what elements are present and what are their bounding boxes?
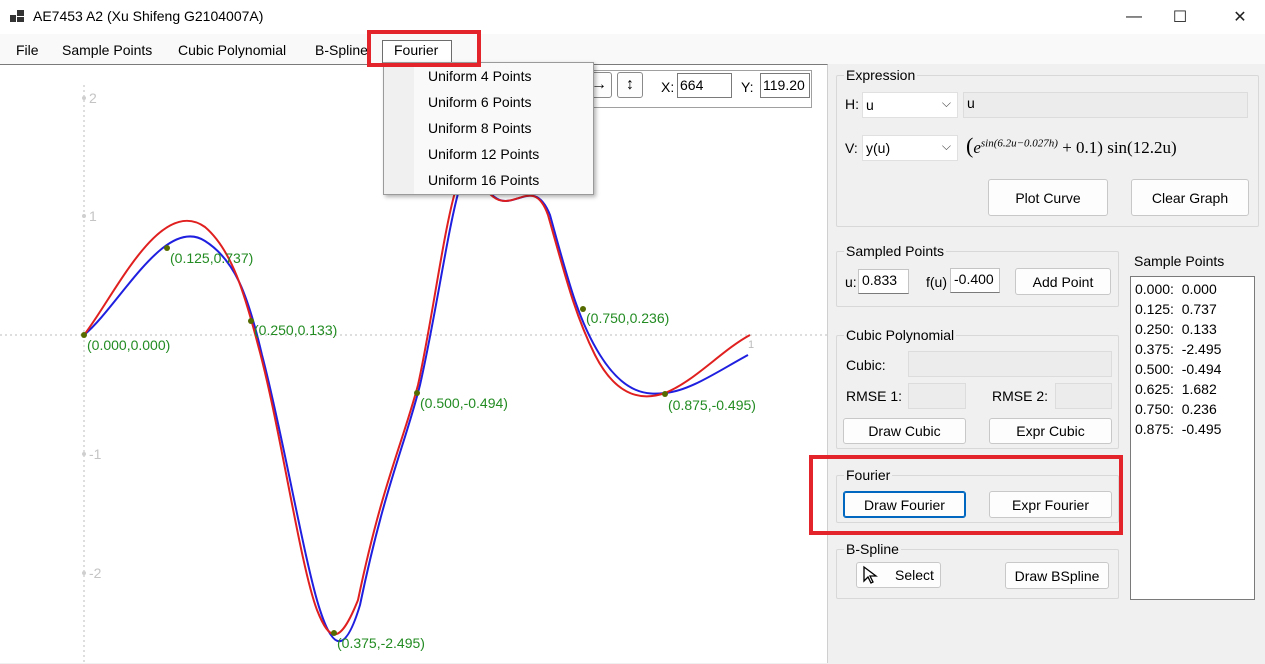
x-coord-field[interactable]: 664 xyxy=(677,73,732,98)
list-item[interactable]: 0.750: 0.236 xyxy=(1135,401,1217,417)
select-button[interactable]: Select xyxy=(856,562,941,588)
title-bar: AE7453 A2 (Xu Shifeng G2104007A) — ☐ ✕ xyxy=(0,0,1265,34)
y-tick-label: 2 xyxy=(89,90,97,106)
chevron-down-icon: ⌵ xyxy=(941,96,951,110)
list-item[interactable]: 0.625: 1.682 xyxy=(1135,381,1217,397)
close-button[interactable]: ✕ xyxy=(1217,0,1263,34)
close-icon: ✕ xyxy=(1233,9,1247,26)
formula-base: e xyxy=(973,138,981,157)
y-coord-field[interactable]: 119.20 xyxy=(760,73,810,98)
menu-sample-points[interactable]: Sample Points xyxy=(62,42,152,58)
sampled-points-title: Sampled Points xyxy=(844,243,947,259)
y-tick-mark xyxy=(82,214,86,218)
sample-points-list[interactable]: 0.000: 0.000 0.125: 0.737 0.250: 0.133 0… xyxy=(1130,276,1255,600)
sample-point-label: (0.125,0.737) xyxy=(170,250,253,266)
sample-point-label: (0.875,-0.495) xyxy=(668,397,756,413)
sample-point-label: (0.500,-0.494) xyxy=(420,395,508,411)
x-coord-label: X: xyxy=(661,79,675,95)
cubic-field[interactable] xyxy=(908,351,1112,377)
menu-file[interactable]: File xyxy=(16,42,39,58)
v-expression-formula: (esin(6.2u−0.027h) + 0.1) sin(12.2u) xyxy=(966,133,1177,159)
fourier-group-highlight xyxy=(809,455,1123,535)
y-tick-mark xyxy=(82,96,86,100)
point-labels: (0.000,0.000) (0.125,0.737) (0.250,0.133) (… xyxy=(87,250,756,651)
expression-title: Expression xyxy=(844,67,918,83)
y-tick-mark xyxy=(82,571,86,575)
list-item[interactable]: 0.000: 0.000 xyxy=(1135,281,1217,297)
maximize-button[interactable]: ☐ xyxy=(1157,0,1203,34)
h-expression-field[interactable]: u xyxy=(963,92,1248,118)
y-tick-label: -1 xyxy=(89,446,102,462)
cubic-label: Cubic: xyxy=(846,357,886,373)
h-combo-value: u xyxy=(866,97,874,113)
cubic-polynomial-title: Cubic Polynomial xyxy=(844,327,957,343)
menu-item-uniform-12[interactable]: Uniform 12 Points xyxy=(428,146,539,162)
menu-item-uniform-4[interactable]: Uniform 4 Points xyxy=(428,68,531,84)
list-item[interactable]: 0.375: -2.495 xyxy=(1135,341,1221,357)
v-combo-value: y(u) xyxy=(866,140,891,156)
draw-cubic-button[interactable]: Draw Cubic xyxy=(843,418,966,444)
pan-vertical-button[interactable]: ↕ xyxy=(617,72,643,98)
fu-label: f(u) xyxy=(926,274,947,290)
y-tick-label: 1 xyxy=(89,208,97,224)
sample-points-list-title: Sample Points xyxy=(1134,253,1225,269)
rmse1-label: RMSE 1: xyxy=(846,388,903,404)
rmse2-label: RMSE 2: xyxy=(992,388,1049,404)
menu-item-uniform-16[interactable]: Uniform 16 Points xyxy=(428,172,539,188)
y-tick-label: -2 xyxy=(89,565,102,581)
clear-graph-button[interactable]: Clear Graph xyxy=(1131,179,1249,216)
list-item[interactable]: 0.500: -0.494 xyxy=(1135,361,1221,377)
x-end-label: 1 xyxy=(748,339,754,351)
list-item[interactable]: 0.125: 0.737 xyxy=(1135,301,1217,317)
v-label: V: xyxy=(845,140,858,156)
y-coord-label: Y: xyxy=(741,79,754,95)
u-label: u: xyxy=(845,274,857,290)
u-input[interactable]: 0.833 xyxy=(858,269,909,294)
v-combo[interactable]: y(u) ⌵ xyxy=(862,135,958,161)
minimize-button[interactable]: — xyxy=(1111,0,1157,34)
list-item[interactable]: 0.875: -0.495 xyxy=(1135,421,1221,437)
plot-curve-button[interactable]: Plot Curve xyxy=(988,179,1108,216)
app-icon xyxy=(10,10,24,22)
h-combo[interactable]: u ⌵ xyxy=(862,92,958,118)
sample-point-label: (0.750,0.236) xyxy=(586,310,669,326)
cursor-arrow-icon xyxy=(863,565,878,584)
rmse1-field[interactable] xyxy=(908,383,966,409)
minimize-icon: — xyxy=(1126,8,1142,25)
menu-item-uniform-8[interactable]: Uniform 8 Points xyxy=(428,120,531,136)
fu-input[interactable]: -0.400 xyxy=(950,268,1000,293)
formula-rest: + 0.1) sin(12.2u) xyxy=(1062,138,1177,157)
arrow-updown-icon: ↕ xyxy=(626,76,634,93)
dropdown-icon-strip xyxy=(384,63,414,194)
select-label: Select xyxy=(895,567,934,583)
list-item[interactable]: 0.250: 0.133 xyxy=(1135,321,1217,337)
expr-cubic-button[interactable]: Expr Cubic xyxy=(989,418,1112,444)
sample-points xyxy=(81,245,668,636)
add-point-button[interactable]: Add Point xyxy=(1015,268,1111,295)
sample-point-label: (0.375,-2.495) xyxy=(337,635,425,651)
sampled-curve xyxy=(83,164,749,642)
maximize-icon: ☐ xyxy=(1172,9,1188,26)
menu-bspline[interactable]: B-Spline xyxy=(315,42,368,58)
sample-point-label: (0.000,0.000) xyxy=(87,337,170,353)
sample-point-label: (0.250,0.133) xyxy=(254,322,337,338)
window-title: AE7453 A2 (Xu Shifeng G2104007A) xyxy=(33,8,264,24)
menu-item-uniform-6[interactable]: Uniform 6 Points xyxy=(428,94,531,110)
y-tick-mark xyxy=(82,452,86,456)
draw-bspline-button[interactable]: Draw BSpline xyxy=(1005,562,1109,589)
chevron-down-icon: ⌵ xyxy=(941,139,951,153)
bspline-title: B-Spline xyxy=(844,541,901,557)
formula-exponent: sin(6.2u−0.027h) xyxy=(980,137,1058,150)
h-label: H: xyxy=(845,96,859,112)
rmse2-field[interactable] xyxy=(1055,383,1112,409)
menu-cubic-polynomial[interactable]: Cubic Polynomial xyxy=(178,42,286,58)
fourier-menu-highlight xyxy=(367,30,481,67)
